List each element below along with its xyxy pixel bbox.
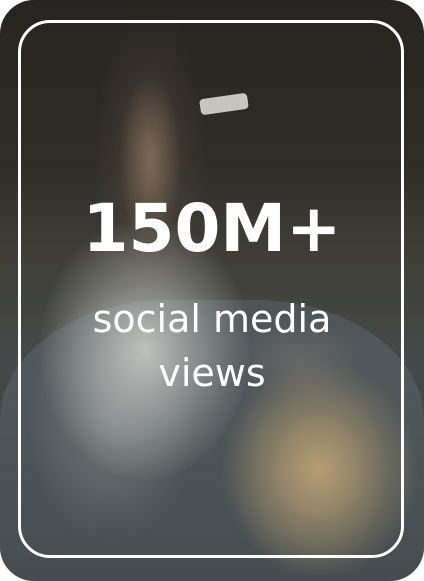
stat-label: social media views — [92, 297, 332, 395]
stat-value: 150M+ — [82, 190, 342, 267]
card-frame — [18, 20, 404, 558]
stat-card: 150M+ social media views — [0, 0, 424, 581]
